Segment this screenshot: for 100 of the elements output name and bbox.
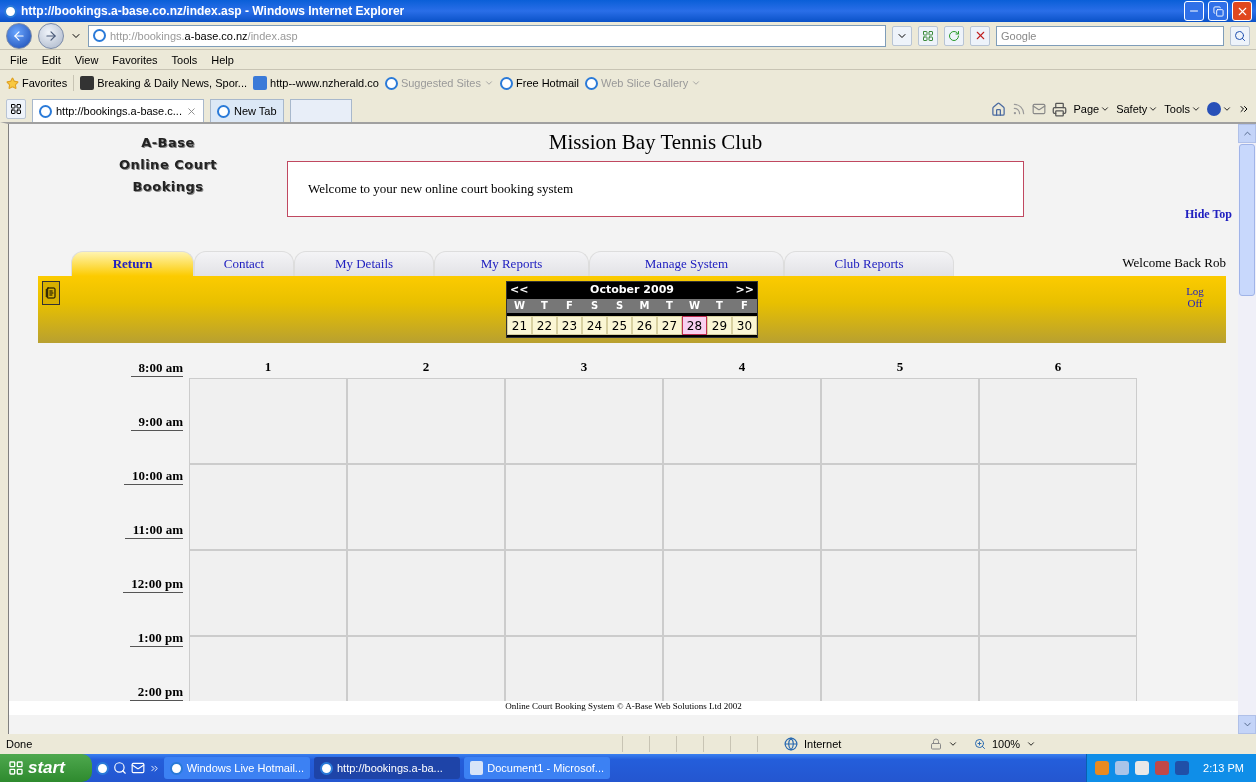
scrollbar[interactable]	[1238, 124, 1256, 734]
booking-slot[interactable]	[505, 464, 663, 550]
search-button[interactable]	[1230, 25, 1250, 46]
calendar-day[interactable]: 23	[557, 315, 582, 335]
booking-slot[interactable]	[505, 636, 663, 701]
booking-slot[interactable]	[663, 550, 821, 636]
stop-button[interactable]	[970, 25, 990, 46]
taskbar-button[interactable]: http://bookings.a-ba...	[314, 757, 460, 779]
previous-month-link[interactable]: <<	[510, 283, 529, 296]
command-menu[interactable]: Safety	[1116, 103, 1159, 115]
booking-slot[interactable]	[189, 464, 347, 550]
menu-item[interactable]: Favorites	[108, 53, 162, 66]
booking-slot[interactable]	[821, 378, 979, 464]
refresh-button[interactable]	[944, 25, 964, 46]
browser-tab[interactable]: http://bookings.a-base.c...	[32, 99, 204, 122]
mail-icon[interactable]	[1032, 102, 1047, 116]
dropdown-button[interactable]	[892, 25, 912, 46]
favorite-link[interactable]: http--www.nzherald.co	[253, 76, 379, 90]
booking-slot[interactable]	[979, 550, 1137, 636]
favorite-link[interactable]: Free Hotmail	[500, 76, 579, 90]
grid-icon	[922, 29, 934, 42]
tray-icon[interactable]	[1115, 761, 1130, 775]
quick-tabs-button[interactable]	[6, 99, 26, 119]
home-icon[interactable]	[991, 101, 1007, 117]
refresh-icon	[948, 29, 960, 42]
calendar-day[interactable]: 21	[507, 315, 532, 335]
booking-slot[interactable]	[505, 550, 663, 636]
start-button[interactable]: start	[0, 754, 92, 782]
scrollbar-thumb[interactable]	[1239, 144, 1255, 296]
calendar-day[interactable]: 24	[582, 315, 607, 335]
calendar-day[interactable]: 25	[607, 315, 632, 335]
booking-slot[interactable]	[979, 464, 1137, 550]
help-button[interactable]	[1207, 102, 1232, 116]
nav-tab[interactable]: Contact	[194, 251, 294, 276]
compatibility-button[interactable]	[918, 25, 938, 46]
menu-item[interactable]: File	[6, 53, 32, 66]
nav-tab[interactable]: Return	[71, 251, 194, 276]
calendar-day[interactable]: 30	[732, 315, 757, 335]
feeds-icon[interactable]	[1012, 102, 1027, 116]
forward-button[interactable]	[38, 22, 64, 49]
command-menu[interactable]: Page	[1073, 103, 1111, 115]
nav-tab[interactable]: My Details	[294, 251, 434, 276]
menu-item[interactable]: Tools	[167, 53, 202, 66]
booking-slot[interactable]	[979, 636, 1137, 701]
tray-icon[interactable]	[1095, 761, 1110, 775]
booking-slot[interactable]	[821, 550, 979, 636]
tray-icon[interactable]	[1175, 761, 1190, 775]
tray-icon[interactable]	[1155, 761, 1170, 775]
booking-slot[interactable]	[347, 378, 505, 464]
new-tab-button[interactable]	[289, 99, 352, 122]
zoom-level[interactable]: 100%	[992, 738, 1021, 750]
logo-text: Bookings	[132, 178, 204, 196]
booking-slot[interactable]	[821, 464, 979, 550]
calendar-day[interactable]: 28	[682, 315, 707, 335]
menu-item[interactable]: Edit	[37, 53, 65, 66]
booking-slot[interactable]	[347, 636, 505, 701]
browser-tab[interactable]: New Tab	[209, 99, 284, 122]
booking-slot[interactable]	[347, 550, 505, 636]
search-field[interactable]: Google	[996, 25, 1224, 46]
booking-slot[interactable]	[979, 378, 1137, 464]
nav-tab[interactable]: Club Reports	[784, 251, 954, 276]
tray-icon[interactable]	[1135, 761, 1150, 775]
taskbar-button[interactable]: Document1 - Microsof...	[464, 757, 610, 779]
calendar-day[interactable]: 29	[707, 315, 732, 335]
notepad-icon[interactable]	[42, 281, 60, 305]
booking-slot[interactable]	[189, 378, 347, 464]
booking-slot[interactable]	[663, 378, 821, 464]
restore-button[interactable]	[1208, 1, 1228, 21]
booking-slot[interactable]	[663, 636, 821, 701]
calendar-day[interactable]: 26	[632, 315, 657, 335]
print-icon[interactable]	[1052, 101, 1068, 117]
minimize-button[interactable]	[1184, 1, 1204, 21]
booking-slot[interactable]	[189, 636, 347, 701]
booking-slot[interactable]	[663, 464, 821, 550]
calendar-day[interactable]: 27	[657, 315, 682, 335]
booking-slot[interactable]	[821, 636, 979, 701]
close-button[interactable]	[1232, 1, 1252, 21]
more-icon[interactable]	[1238, 103, 1250, 115]
next-month-link[interactable]: >>	[735, 283, 754, 296]
menu-item[interactable]: View	[70, 53, 103, 66]
forward-arrow-icon	[44, 28, 58, 43]
back-button[interactable]	[6, 22, 32, 49]
menu-item[interactable]: Help	[207, 53, 238, 66]
nav-tab[interactable]: My Reports	[434, 251, 589, 276]
search-icon[interactable]	[113, 761, 127, 775]
calendar-day[interactable]: 22	[532, 315, 557, 335]
nav-tab[interactable]: Manage System	[589, 251, 784, 276]
booking-slot[interactable]	[347, 464, 505, 550]
log-off-link[interactable]: Log Off	[1180, 285, 1210, 338]
protected-mode-icon[interactable]	[930, 738, 942, 750]
taskbar-button[interactable]: Windows Live Hotmail...	[164, 757, 310, 779]
hide-top-link[interactable]: Hide Top	[1184, 207, 1232, 222]
command-menu[interactable]: Tools	[1164, 103, 1201, 115]
zoom-icon[interactable]	[974, 738, 986, 750]
address-field[interactable]: http://bookings.a-base.co.nz/index.asp	[88, 24, 886, 47]
booking-slot[interactable]	[505, 378, 663, 464]
favorites-button[interactable]: Favorites	[6, 76, 68, 90]
favorite-link[interactable]: Breaking & Daily News, Spor...	[80, 76, 248, 90]
booking-slot[interactable]	[189, 550, 347, 636]
grid-icon	[8, 760, 24, 776]
